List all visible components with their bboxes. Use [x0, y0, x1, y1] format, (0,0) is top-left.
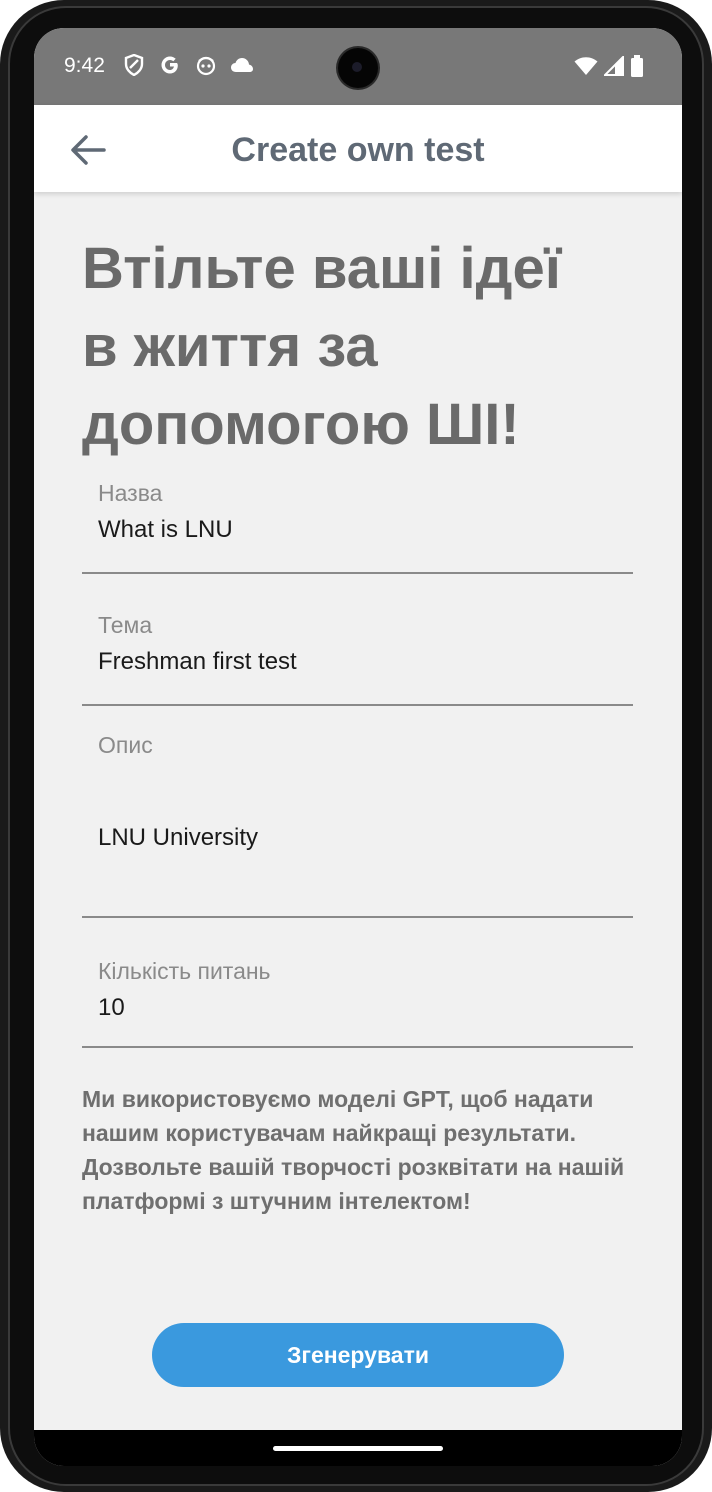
front-camera [338, 48, 378, 88]
navigation-bar [34, 1430, 682, 1466]
status-bar: 9:42 [34, 28, 682, 105]
status-icons-right [574, 54, 644, 82]
arrow-left-icon [71, 135, 106, 165]
page-title: Create own test [231, 131, 485, 169]
signal-icon [602, 54, 624, 81]
face-icon [194, 54, 218, 82]
status-icons-left [122, 53, 254, 82]
description-input[interactable]: LNU University [98, 824, 598, 852]
generate-button[interactable]: Згенерувати [152, 1323, 564, 1387]
name-field-label: Назва [98, 480, 163, 506]
wifi-icon [574, 56, 598, 81]
app-bar: Create own test [34, 105, 682, 192]
topic-field-label: Тема [98, 612, 153, 638]
back-button[interactable] [64, 125, 114, 175]
phone-frame: 9:42 Create own test Втільте ваші ідеї в… [0, 0, 712, 1492]
google-icon [158, 54, 182, 82]
description-field[interactable]: Опис LNU University [82, 716, 633, 918]
headline: Втільте ваші ідеї в життя за допомогою Ш… [82, 236, 562, 457]
description-field-label: Опис [98, 732, 153, 758]
cloud-icon [230, 56, 254, 80]
questions-count-field[interactable]: Кількість питань [82, 928, 633, 1048]
shield-icon [122, 53, 146, 82]
topic-field[interactable]: Тема [82, 584, 633, 706]
questions-count-input[interactable] [98, 994, 598, 1022]
status-time: 9:42 [64, 54, 105, 77]
battery-icon [630, 55, 644, 82]
screen: 9:42 Create own test Втільте ваші ідеї в… [34, 28, 682, 1466]
info-text: Ми використовуємо моделі GPT, щоб надати… [82, 1086, 625, 1214]
name-input[interactable] [98, 516, 598, 544]
name-field[interactable]: Назва [82, 452, 633, 574]
home-gesture-handle[interactable] [273, 1446, 443, 1451]
questions-count-label: Кількість питань [98, 958, 271, 984]
topic-input[interactable] [98, 648, 598, 676]
